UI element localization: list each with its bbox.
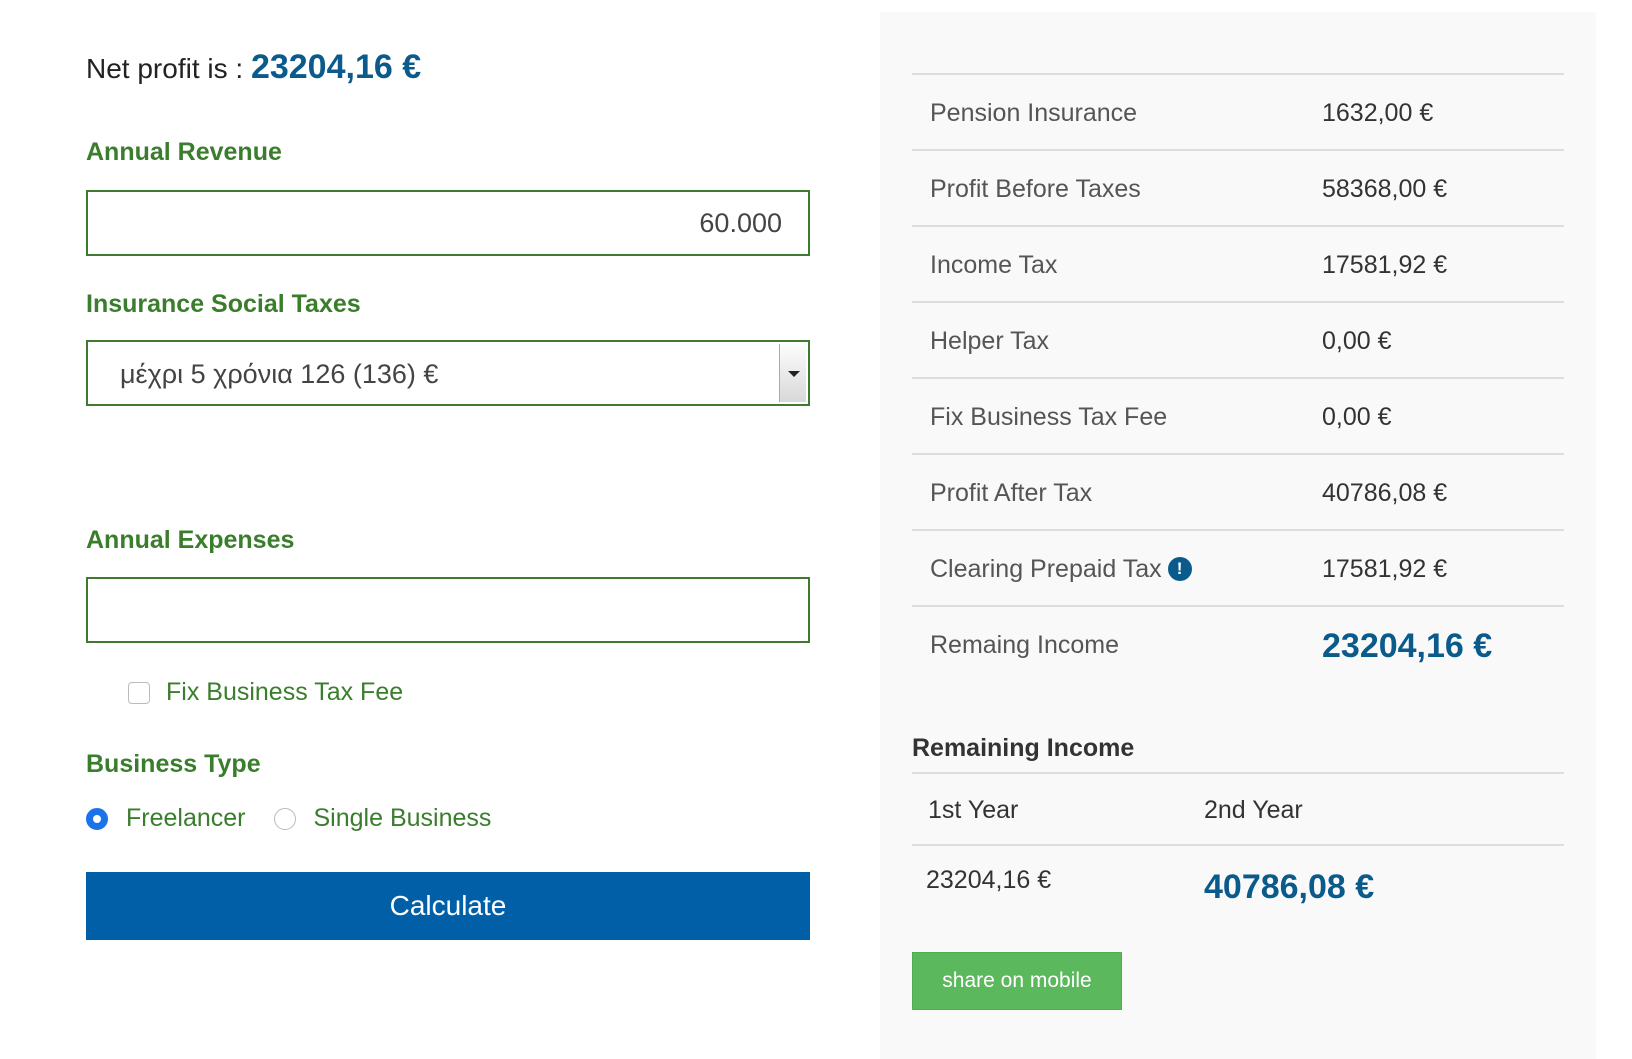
- remaining-table-row: 23204,16 € 40786,08 €: [912, 846, 1564, 926]
- annual-revenue-input[interactable]: [86, 190, 810, 256]
- result-label-with-icon: Clearing Prepaid Tax!: [930, 555, 1192, 584]
- fix-business-tax-label: Fix Business Tax Fee: [166, 678, 404, 706]
- first-year-header: 1st Year: [928, 796, 1019, 824]
- business-type-label: Business Type: [86, 750, 261, 778]
- info-icon[interactable]: !: [1167, 557, 1192, 581]
- tax-calculator-page: Net profit is : 23204,16 € Annual Revenu…: [0, 0, 1632, 1059]
- result-label: Profit Before Taxes: [930, 175, 1141, 203]
- result-row: Fix Business Tax Fee 0,00 €: [912, 379, 1564, 455]
- result-value: 17581,92 €: [1322, 555, 1448, 583]
- annual-expenses-input[interactable]: [86, 577, 810, 643]
- result-row: Pension Insurance 1632,00 €: [912, 75, 1564, 151]
- net-profit-summary: Net profit is : 23204,16 €: [86, 48, 421, 87]
- insurance-label: Insurance Social Taxes: [86, 290, 361, 318]
- result-value: 0,00 €: [1322, 403, 1392, 431]
- second-year-header: 2nd Year: [1204, 796, 1303, 824]
- result-label: Profit After Tax: [930, 479, 1093, 507]
- result-value: 17581,92 €: [1322, 251, 1448, 279]
- result-value: 58368,00 €: [1322, 175, 1448, 203]
- result-value: 40786,08 €: [1322, 479, 1448, 507]
- result-label: Clearing Prepaid Tax: [930, 555, 1162, 583]
- remaining-income-value: 23204,16 €: [1322, 627, 1493, 665]
- result-row: Profit Before Taxes 58368,00 €: [912, 151, 1564, 227]
- freelancer-radio[interactable]: [86, 807, 108, 830]
- business-type-options: Freelancer Single Business: [86, 804, 519, 833]
- result-label: Helper Tax: [930, 327, 1050, 355]
- results-table: Pension Insurance 1632,00 € Profit Befor…: [912, 73, 1564, 681]
- result-label: Fix Business Tax Fee: [930, 403, 1168, 431]
- result-value: 1632,00 €: [1322, 99, 1434, 127]
- net-profit-label: Net profit is :: [86, 53, 244, 84]
- remaining-income-title: Remaining Income: [912, 734, 1135, 762]
- result-row: Profit After Tax 40786,08 €: [912, 455, 1564, 531]
- first-year-value: 23204,16 €: [926, 866, 1052, 894]
- fix-business-tax-option[interactable]: Fix Business Tax Fee: [128, 678, 403, 707]
- dropdown-arrow-icon[interactable]: [779, 344, 806, 402]
- remaining-income-table: 1st Year 2nd Year 23204,16 € 40786,08 €: [912, 772, 1564, 926]
- insurance-selected-value: μέχρι 5 χρόνια 126 (136) €: [120, 359, 439, 389]
- result-label: Pension Insurance: [930, 99, 1138, 127]
- single-business-label[interactable]: Single Business: [314, 804, 492, 833]
- insurance-select[interactable]: μέχρι 5 χρόνια 126 (136) €: [86, 340, 810, 406]
- result-row: Helper Tax 0,00 €: [912, 303, 1564, 379]
- fix-business-tax-checkbox[interactable]: [128, 681, 150, 704]
- result-row: Clearing Prepaid Tax! 17581,92 €: [912, 531, 1564, 607]
- remaining-table-header: 1st Year 2nd Year: [912, 774, 1564, 846]
- result-label: Remaing Income: [930, 631, 1119, 659]
- annual-expenses-label: Annual Expenses: [86, 526, 295, 554]
- result-label: Income Tax: [930, 251, 1058, 279]
- result-row: Income Tax 17581,92 €: [912, 227, 1564, 303]
- result-value: 0,00 €: [1322, 327, 1392, 355]
- result-row-remaining: Remaing Income 23204,16 €: [912, 607, 1564, 681]
- second-year-value: 40786,08 €: [1204, 868, 1375, 906]
- annual-revenue-label: Annual Revenue: [86, 138, 282, 166]
- single-business-radio[interactable]: [273, 807, 296, 830]
- calculate-button[interactable]: Calculate: [86, 872, 810, 940]
- net-profit-value: 23204,16 €: [250, 48, 422, 86]
- freelancer-label[interactable]: Freelancer: [126, 804, 246, 833]
- share-on-mobile-button[interactable]: share on mobile: [912, 952, 1122, 1010]
- results-panel: Pension Insurance 1632,00 € Profit Befor…: [880, 12, 1596, 1059]
